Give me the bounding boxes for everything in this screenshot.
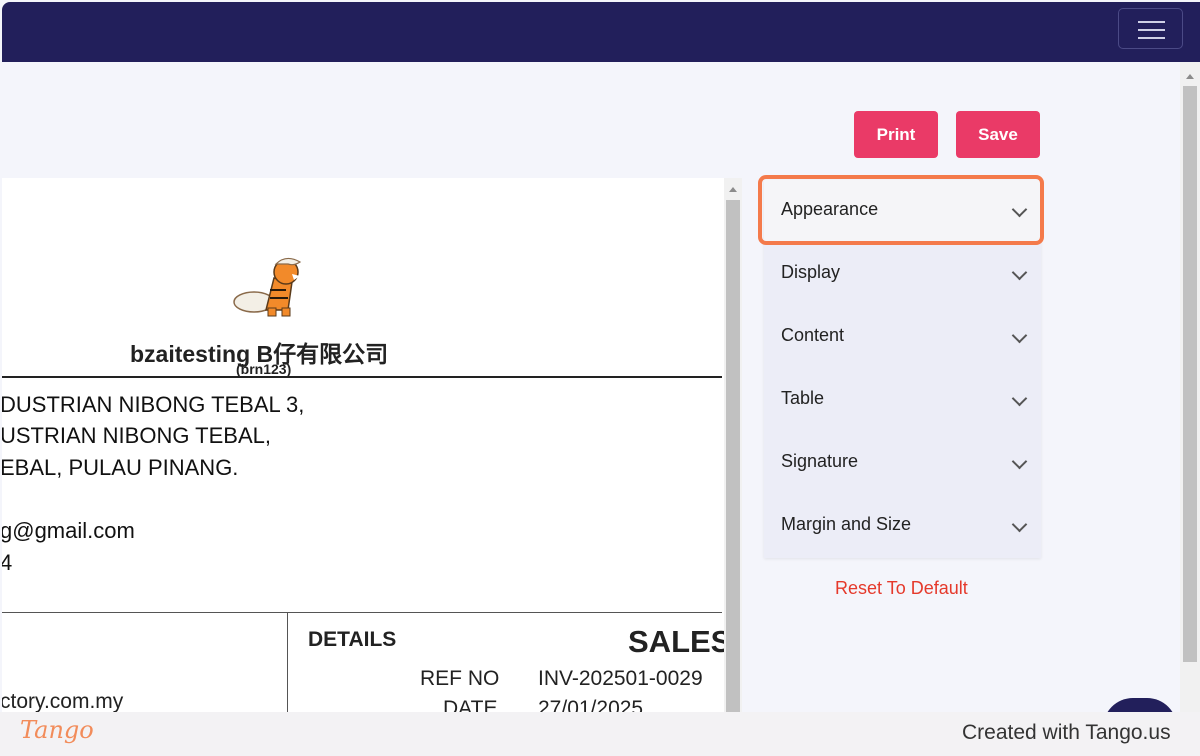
tango-footer: Tango Created with Tango.us xyxy=(0,712,1200,756)
phone-text: 4 xyxy=(2,550,13,575)
chevron-down-icon xyxy=(1011,327,1028,344)
chevron-down-icon xyxy=(1011,453,1028,470)
accordion-label: Display xyxy=(781,262,841,282)
accordion-margin-and-size[interactable]: Margin and Size xyxy=(764,495,1041,558)
email-text: g@gmail.com xyxy=(2,518,135,543)
accordion-signature[interactable]: Signature xyxy=(764,432,1041,495)
accordion-label: Signature xyxy=(781,451,859,471)
website-text: ctory.com.my xyxy=(2,690,124,712)
header-divider xyxy=(2,376,722,378)
hamburger-icon-line xyxy=(1138,37,1165,39)
accordion-label: Content xyxy=(781,325,845,345)
address-line: EBAL, PULAU PINANG. xyxy=(2,455,239,480)
chevron-down-icon xyxy=(1011,264,1028,281)
chevron-down-icon xyxy=(1011,390,1028,407)
scroll-up-arrow-icon[interactable] xyxy=(729,187,737,192)
preview-scrollbar[interactable] xyxy=(724,178,742,712)
click-highlight xyxy=(758,175,1044,245)
hamburger-icon-line xyxy=(1138,21,1165,23)
invoice-preview: bzaitesting B仔有限公司 (brn123) DUSTRIAN NIB… xyxy=(2,178,742,712)
sales-heading: SALES xyxy=(628,624,732,659)
date-value: 27/01/2025 xyxy=(538,697,644,712)
details-heading: DETAILS xyxy=(308,628,397,651)
accordion-label: Table xyxy=(781,388,825,408)
business-registration-number: (brn123) xyxy=(236,361,292,377)
top-navbar xyxy=(2,2,1200,62)
save-button[interactable]: Save xyxy=(956,111,1040,158)
section-divider xyxy=(2,612,722,613)
accordion-label: Margin and Size xyxy=(781,514,912,534)
reset-to-default-link[interactable]: Reset To Default xyxy=(835,578,968,599)
page-scrollbar[interactable] xyxy=(1180,62,1200,712)
address-line: USTRIAN NIBONG TEBAL, xyxy=(2,423,271,448)
scroll-up-arrow-icon[interactable] xyxy=(1186,74,1194,79)
hamburger-menu-button[interactable] xyxy=(1118,8,1183,49)
company-logo xyxy=(233,257,302,317)
accordion-table[interactable]: Table xyxy=(764,369,1041,432)
scrollbar-thumb[interactable] xyxy=(1183,86,1197,662)
column-divider xyxy=(287,612,288,712)
print-button[interactable]: Print xyxy=(854,111,938,158)
date-label: DATE xyxy=(443,697,498,712)
hamburger-icon-line xyxy=(1138,29,1165,31)
ref-no-value: INV-202501-0029 xyxy=(538,667,703,690)
created-with-text: Created with Tango.us xyxy=(962,721,1171,744)
scrollbar-thumb[interactable] xyxy=(726,200,740,712)
ref-no-label: REF NO xyxy=(420,667,500,690)
accordion-display[interactable]: Display xyxy=(764,243,1041,306)
chevron-down-icon xyxy=(1011,516,1028,533)
address-line: DUSTRIAN NIBONG TEBAL 3, xyxy=(2,392,305,417)
accordion-content[interactable]: Content xyxy=(764,306,1041,369)
tango-logo: Tango xyxy=(20,716,94,744)
